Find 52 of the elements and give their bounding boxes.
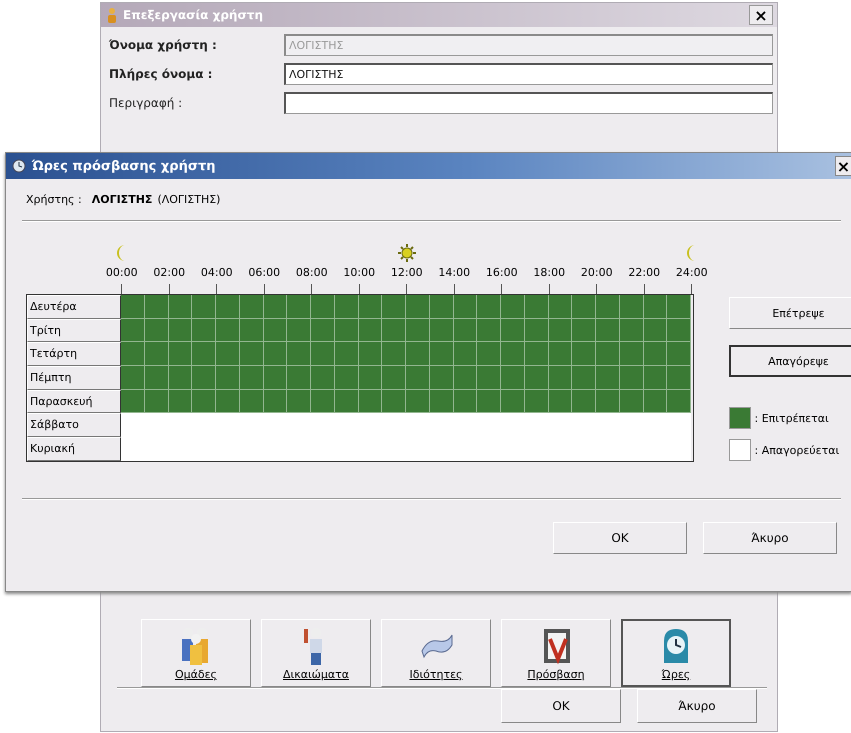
hour-label: 06:00	[248, 265, 280, 279]
tab-button[interactable]: Ιδιότητες	[381, 619, 491, 687]
user-label: Χρήστης :	[26, 193, 82, 206]
input-field[interactable]	[284, 92, 773, 114]
ok-button[interactable]: OK	[501, 689, 621, 723]
day-label: Σάββατο	[27, 413, 121, 438]
legend-label: : Απαγορεύεται	[754, 444, 840, 456]
field-label: Πλήρες όνομα :	[109, 67, 214, 81]
tab-button[interactable]: Ώρες	[621, 619, 731, 687]
tab-button[interactable]: Δικαιώματα	[261, 619, 371, 687]
allow-button[interactable]: Επέτρεψε	[728, 297, 851, 329]
hour-label: 24:00	[676, 265, 708, 279]
input-field[interactable]: ΛΟΓΙΣΤΗΣ	[284, 63, 773, 85]
sun-icon	[398, 244, 416, 262]
day-label: Κυριακή	[27, 437, 121, 461]
hour-label: 08:00	[296, 265, 328, 279]
hour-label: 12:00	[390, 265, 423, 279]
hour-label: 14:00	[438, 265, 470, 279]
day-label: Παρασκευή	[27, 390, 121, 414]
hour-label: 22:00	[628, 265, 660, 279]
schedule-row[interactable]	[121, 342, 691, 366]
hour-label: 04:00	[200, 265, 233, 279]
day-label: Δευτέρα	[27, 295, 121, 319]
field-label: Όνομα χρήστη :	[109, 38, 218, 52]
legend-label: : Επιτρέπεται	[754, 412, 829, 424]
schedule-row[interactable]	[121, 366, 691, 390]
day-label: Τρίτη	[27, 318, 121, 342]
cancel-button[interactable]: Άκυρο	[637, 689, 757, 723]
user-name: ΛΟΓΙΣΤΗΣ	[92, 193, 152, 206]
hour-label: 18:00	[533, 265, 566, 279]
hour-label: 02:00	[153, 265, 186, 279]
tab-button[interactable]: Ομάδες	[141, 619, 251, 687]
window-title: Ώρες πρόσβασης χρήστη	[32, 158, 217, 174]
cancel-button[interactable]: Άκυρο	[703, 522, 837, 554]
close-button[interactable]: ×	[835, 156, 851, 176]
deny-button[interactable]: Απαγόρεψε	[728, 345, 851, 377]
ok-button[interactable]: OK	[553, 522, 687, 554]
hour-label: 20:00	[580, 265, 613, 279]
hour-label: 00:00	[106, 265, 138, 279]
field-label: Περιγραφή :	[109, 96, 184, 110]
schedule-row[interactable]	[121, 390, 691, 414]
tab-button[interactable]: Πρόσβαση	[501, 619, 611, 687]
close-button[interactable]: ×	[749, 5, 773, 25]
day-label: Πέμπτη	[27, 366, 121, 390]
user-login: (ΛΟΓΙΣΤΗΣ)	[157, 193, 220, 206]
window-title: Επεξεργασία χρήστη	[123, 8, 264, 22]
hour-label: 10:00	[343, 265, 376, 279]
day-label: Τετάρτη	[27, 342, 121, 366]
schedule-row[interactable]	[121, 295, 691, 319]
clock-icon	[12, 159, 26, 173]
hour-label: 16:00	[486, 265, 518, 279]
schedule-row[interactable]	[121, 318, 691, 342]
